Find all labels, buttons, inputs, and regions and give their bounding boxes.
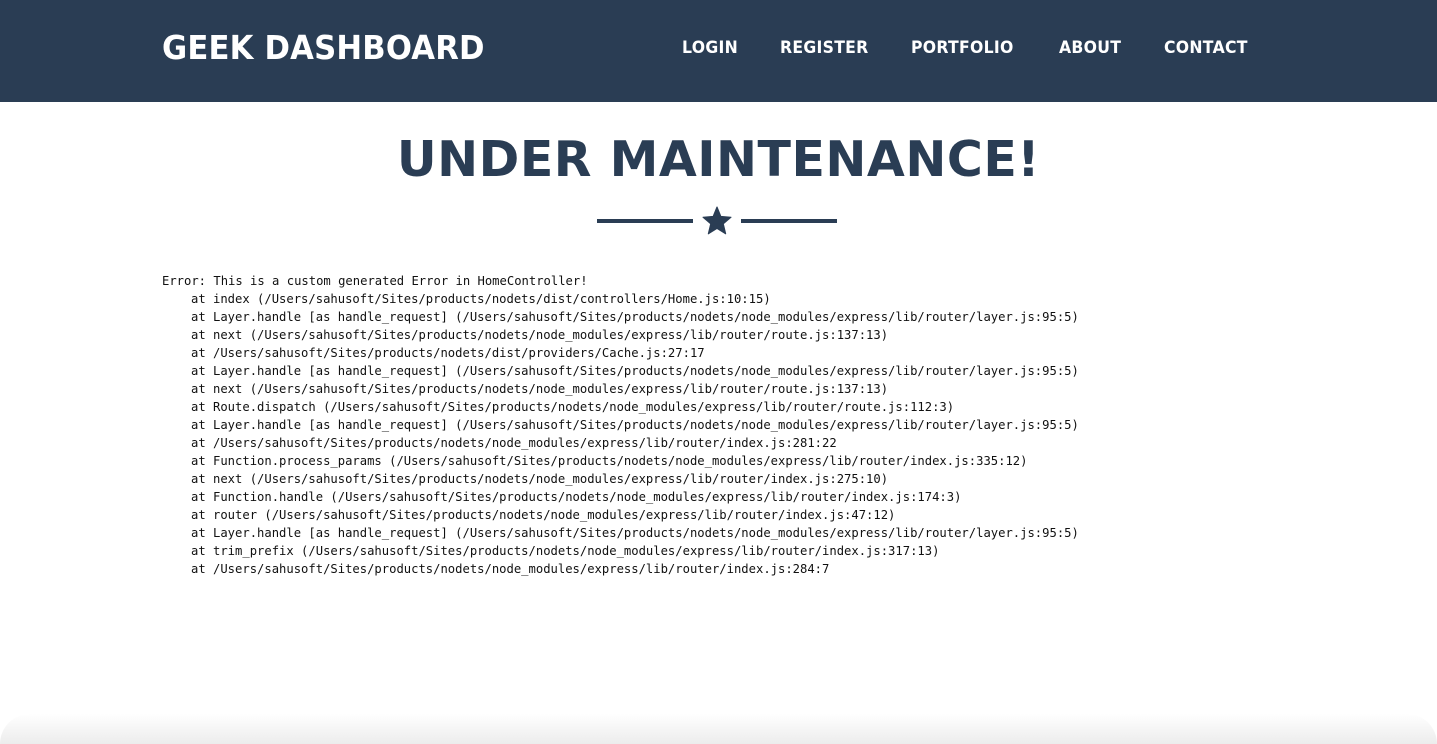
nav-link-register[interactable]: REGISTER [780,37,869,59]
stack-frames: at index (/Users/sahusoft/Sites/products… [162,290,1079,578]
stack-frame: at Function.handle (/Users/sahusoft/Site… [191,490,962,504]
stack-frame: at next (/Users/sahusoft/Sites/products/… [191,328,889,342]
divider-line-right [741,219,837,223]
stack-frame: at /Users/sahusoft/Sites/products/nodets… [191,346,705,360]
stack-frame: at Layer.handle [as handle_request] (/Us… [191,310,1079,324]
stack-frame: at next (/Users/sahusoft/Sites/products/… [191,382,889,396]
stack-frame: at Function.process_params (/Users/sahus… [191,454,1028,468]
error-message: Error: This is a custom generated Error … [162,274,588,288]
stack-frame: at Layer.handle [as handle_request] (/Us… [191,418,1079,432]
stack-frame: at Layer.handle [as handle_request] (/Us… [191,526,1079,540]
stack-frame: at trim_prefix (/Users/sahusoft/Sites/pr… [191,544,940,558]
nav-link-portfolio[interactable]: PORTFOLIO [911,37,1014,59]
star-icon [702,206,732,235]
error-stack-trace: Error: This is a custom generated Error … [162,272,1079,578]
stack-frame: at index (/Users/sahusoft/Sites/products… [191,292,771,306]
nav-link-login[interactable]: LOGIN [682,37,738,59]
stack-frame: at /Users/sahusoft/Sites/products/nodets… [191,436,837,450]
nav-link-about[interactable]: ABOUT [1059,37,1121,59]
navbar: GEEK DASHBOARD LOGIN REGISTER PORTFOLIO … [0,0,1437,102]
bottom-shadow [0,714,1437,744]
stack-frame: at Layer.handle [as handle_request] (/Us… [191,364,1079,378]
nav-link-contact[interactable]: CONTACT [1164,37,1248,59]
stack-frame: at /Users/sahusoft/Sites/products/nodets… [191,562,830,576]
page-title: UNDER MAINTENANCE! [396,131,1041,188]
stack-frame: at router (/Users/sahusoft/Sites/product… [191,508,896,522]
brand-logo-link[interactable]: GEEK DASHBOARD [162,29,485,67]
stack-frame: at Route.dispatch (/Users/sahusoft/Sites… [191,400,955,414]
divider-line-left [597,219,693,223]
stack-frame: at next (/Users/sahusoft/Sites/products/… [191,472,889,486]
title-divider [597,205,837,237]
